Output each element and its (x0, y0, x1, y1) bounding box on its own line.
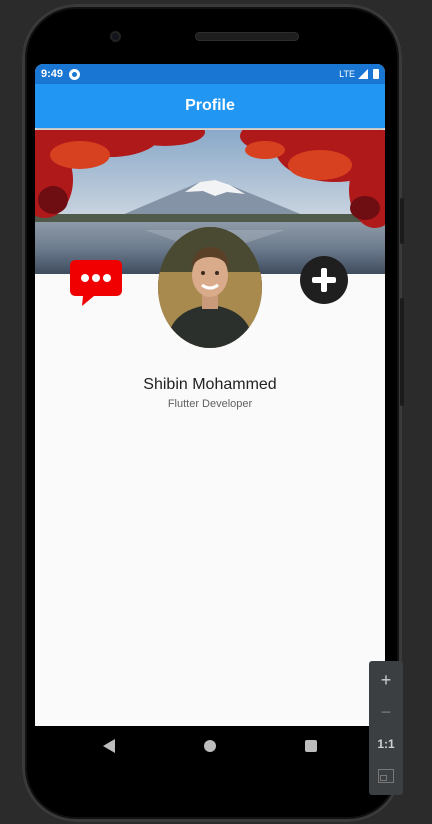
profile-name: Shibin Mohammed (143, 376, 277, 393)
fit-screen-button[interactable] (369, 761, 403, 791)
signal-icon (358, 69, 368, 79)
actual-size-button[interactable]: 1:1 (369, 729, 403, 759)
status-indicators: LTE (339, 69, 379, 79)
recent-apps-icon[interactable] (305, 740, 317, 752)
emulator-zoom-panel: + − 1:1 (369, 661, 403, 795)
notification-icon (69, 68, 81, 80)
app-screen: 9:49 LTE Profile Shibin Mohammed Flutter… (35, 64, 385, 726)
zoom-in-button[interactable]: + (369, 665, 403, 695)
zoom-out-button[interactable]: − (369, 697, 403, 727)
chat-bubble-icon (70, 260, 122, 306)
power-button (400, 198, 404, 244)
page-title: Profile (185, 97, 235, 114)
profile-photo (158, 227, 262, 348)
volume-button (400, 298, 404, 406)
app-bar: Profile (35, 84, 385, 128)
message-button[interactable] (70, 260, 122, 308)
status-time: 9:49 (41, 68, 64, 80)
earpiece-speaker (195, 32, 299, 41)
home-icon[interactable] (204, 740, 216, 752)
network-type: LTE (339, 69, 355, 79)
status-bar: 9:49 LTE (35, 64, 385, 84)
front-camera (110, 31, 121, 42)
profile-role: Flutter Developer (167, 398, 253, 410)
add-button[interactable] (300, 256, 348, 304)
fit-screen-icon (378, 769, 394, 783)
back-icon[interactable] (103, 739, 115, 753)
avatar (158, 227, 262, 348)
battery-icon (373, 69, 379, 79)
navigation-bar (35, 726, 385, 766)
